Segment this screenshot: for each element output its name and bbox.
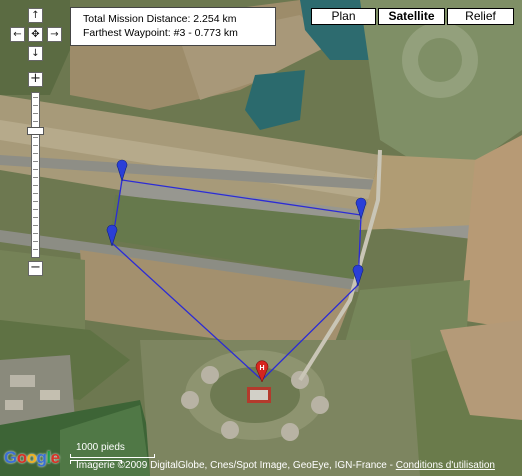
zoom-tick <box>33 169 38 170</box>
zoom-tick <box>33 177 38 178</box>
zoom-tick <box>33 121 38 122</box>
terms-link[interactable]: Conditions d'utilisation <box>396 460 495 471</box>
zoom-tick <box>33 137 38 138</box>
waypoint-marker-1[interactable] <box>115 159 129 181</box>
attribution-copyright: Imagerie ©2009 DigitalGlobe, Cnes/Spot I… <box>76 460 396 471</box>
pan-up-button[interactable]: ↑ <box>28 8 43 23</box>
zoom-tick <box>33 161 38 162</box>
zoom-out-button[interactable]: − <box>28 261 43 276</box>
map-type-satellite-button[interactable]: Satellite <box>378 8 445 25</box>
zoom-tick <box>33 193 38 194</box>
map-type-plan-button[interactable]: Plan <box>311 8 376 25</box>
home-marker[interactable]: H <box>255 360 269 382</box>
zoom-tick <box>33 241 38 242</box>
zoom-tick <box>33 153 38 154</box>
zoom-tick <box>33 97 38 98</box>
pan-left-button[interactable]: ← <box>10 27 25 42</box>
scale-bar <box>70 454 155 458</box>
farthest-waypoint-text: Farthest Waypoint: #3 - 0.773 km <box>83 27 238 39</box>
waypoint-marker-3[interactable] <box>351 264 365 286</box>
waypoint-marker-2[interactable] <box>354 197 368 219</box>
zoom-in-button[interactable]: + <box>28 72 43 87</box>
waypoint-marker-4[interactable] <box>105 224 119 246</box>
scale-label: 1000 pieds <box>76 442 125 453</box>
pan-right-button[interactable]: → <box>47 27 62 42</box>
zoom-tick <box>33 249 38 250</box>
attribution-text: Imagerie ©2009 DigitalGlobe, Cnes/Spot I… <box>76 460 495 471</box>
map-type-relief-button[interactable]: Relief <box>447 8 514 25</box>
zoom-tick <box>33 113 38 114</box>
zoom-tick <box>33 233 38 234</box>
zoom-tick <box>33 105 38 106</box>
pan-center-button[interactable]: ✥ <box>28 27 43 42</box>
pan-down-button[interactable]: ↓ <box>28 46 43 61</box>
zoom-tick <box>33 225 38 226</box>
zoom-tick <box>33 145 38 146</box>
zoom-slider-thumb[interactable] <box>27 126 44 135</box>
route-line <box>111 179 362 381</box>
mission-route <box>111 179 362 381</box>
home-marker-label: H <box>259 365 264 372</box>
satellite-map[interactable]: H Total Mission Distance: 2.254 km Farth… <box>0 0 522 476</box>
zoom-tick <box>33 185 38 186</box>
zoom-slider-track[interactable] <box>31 92 40 258</box>
google-logo[interactable]: Google <box>4 448 60 468</box>
zoom-tick <box>33 217 38 218</box>
mission-info-box: Total Mission Distance: 2.254 km Farthes… <box>70 7 276 46</box>
total-distance-text: Total Mission Distance: 2.254 km <box>83 13 237 25</box>
zoom-tick <box>33 201 38 202</box>
zoom-tick <box>33 209 38 210</box>
